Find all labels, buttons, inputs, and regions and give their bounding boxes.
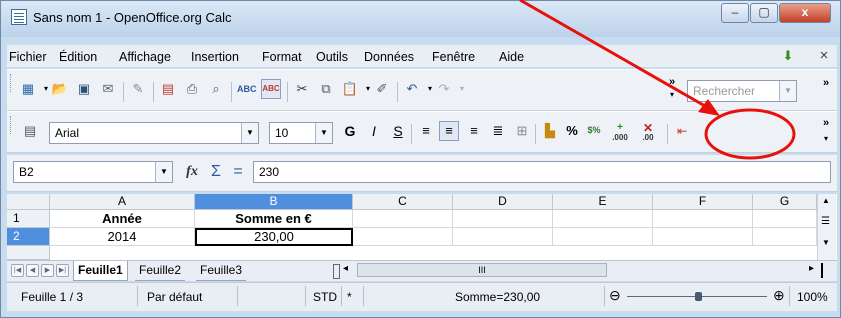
annotation-arrow-line: [519, 0, 713, 112]
annotation-arrow-head: [698, 99, 720, 116]
annotation-overlay: [519, 0, 796, 160]
annotation-circle: [704, 108, 796, 160]
